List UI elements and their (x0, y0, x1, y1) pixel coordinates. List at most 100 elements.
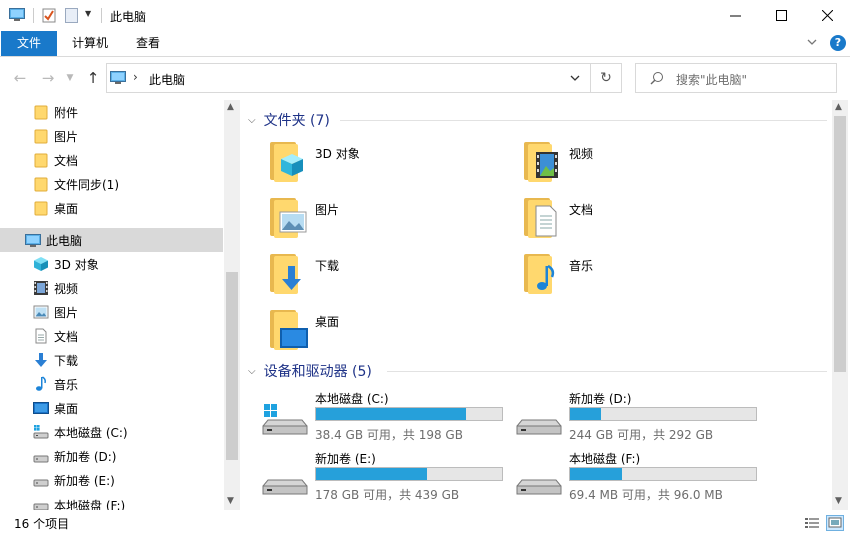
group-title: 设备和驱动器 (5) (263, 364, 372, 380)
refresh-button[interactable]: ↻ (591, 63, 622, 93)
download-folder-icon (268, 252, 308, 296)
group-header-folders[interactable]: ⌵ 文件夹 (7) (248, 110, 330, 130)
recent-locations-icon[interactable]: ▼ (62, 66, 78, 90)
ribbon-expand-icon[interactable] (806, 36, 822, 52)
folder-label: 图片 (315, 203, 340, 217)
chevron-down-icon[interactable]: ⌵ (248, 115, 256, 126)
scroll-up-icon[interactable]: ▲ (835, 102, 842, 112)
folder-tile-pictures[interactable]: 图片 (268, 196, 508, 244)
nav-item-label: 图片 (54, 129, 79, 144)
group-header-drives[interactable]: ⌵ 设备和驱动器 (5) (248, 361, 372, 381)
chevron-down-icon[interactable]: ⌵ (248, 366, 256, 377)
quick-access-dropdown-icon[interactable]: ▼ (85, 9, 95, 21)
minimize-button[interactable] (712, 0, 758, 31)
folder-tile-desktop[interactable]: 桌面 (268, 308, 508, 356)
nav-item-drive-d[interactable]: 新加卷 (D:) (0, 444, 223, 468)
nav-item-pictures[interactable]: 图片 (0, 300, 223, 324)
nav-item-label: 桌面 (54, 201, 79, 216)
window-title: 此电脑 (110, 10, 147, 24)
drive-icon (262, 462, 308, 498)
address-dropdown-icon[interactable] (569, 72, 583, 84)
folder-label: 视频 (569, 147, 594, 161)
video-folder-icon (522, 140, 562, 184)
address-bar[interactable]: › 此电脑 (106, 63, 591, 93)
group-title: 文件夹 (7) (263, 113, 330, 129)
divider (33, 8, 34, 23)
documents-icon (33, 328, 49, 344)
divider (101, 8, 102, 23)
nav-item-drive-f[interactable]: 本地磁盘 (F:) (0, 492, 223, 510)
nav-scrollbar[interactable]: ▲ ▼ (224, 100, 240, 510)
desktop-icon (33, 400, 49, 416)
nav-item-documents[interactable]: 文档 (0, 324, 223, 348)
drive-free-space: 244 GB 可用，共 292 GB (569, 428, 714, 442)
drive-tile-c[interactable]: 本地磁盘 (C:) 38.4 GB 可用，共 198 GB (262, 388, 512, 443)
back-arrow-icon[interactable]: ← (9, 66, 31, 90)
nav-item-label: 新加卷 (E:) (54, 473, 115, 488)
folder-tile-downloads[interactable]: 下载 (268, 252, 508, 300)
drive-usage-fill (316, 408, 466, 420)
folder-icon (33, 176, 49, 192)
nav-item-desktop[interactable]: 桌面 (0, 396, 223, 420)
drive-free-space: 69.4 MB 可用，共 96.0 MB (569, 488, 723, 502)
computer-icon (9, 8, 25, 22)
nav-scrollbar-thumb[interactable] (226, 272, 238, 460)
new-folder-icon[interactable] (65, 8, 78, 23)
nav-item-drive-e[interactable]: 新加卷 (E:) (0, 468, 223, 492)
drive-usage-fill (316, 468, 427, 480)
refresh-icon: ↻ (600, 70, 612, 86)
drive-usage-bar (569, 467, 757, 481)
search-input[interactable]: 搜索"此电脑" (635, 63, 837, 93)
nav-item-label: 文件同步(1) (54, 177, 119, 192)
nav-item-pictures-quick[interactable]: 图片 (0, 124, 223, 148)
nav-item-drive-c[interactable]: 本地磁盘 (C:) (0, 420, 223, 444)
3d-objects-folder-icon (268, 140, 308, 184)
details-view-icon[interactable] (804, 516, 820, 530)
breadcrumb[interactable]: 此电脑 (149, 71, 185, 88)
pictures-icon (33, 304, 49, 320)
drive-tile-d[interactable]: 新加卷 (D:) 244 GB 可用，共 292 GB (516, 388, 766, 443)
nav-item-desktop-quick[interactable]: 桌面 (0, 196, 223, 220)
nav-item-file-sync[interactable]: 文件同步(1) (0, 172, 223, 196)
properties-icon[interactable] (42, 7, 56, 23)
documents-folder-icon (522, 196, 562, 240)
nav-item-videos[interactable]: 视频 (0, 276, 223, 300)
help-icon[interactable]: ? (830, 35, 846, 51)
breadcrumb-chevron-icon[interactable]: › (133, 70, 138, 84)
nav-item-music[interactable]: 音乐 (0, 372, 223, 396)
music-icon (33, 376, 49, 392)
drive-free-space: 178 GB 可用，共 439 GB (315, 488, 460, 502)
desktop-folder-icon (268, 308, 308, 352)
search-placeholder: 搜索"此电脑" (676, 73, 748, 87)
maximize-button[interactable] (758, 0, 804, 31)
content-pane[interactable]: ⌵ 文件夹 (7) 3D 对象 视频 图片 文档 下载 音乐 桌面 ⌵ 设备和驱… (240, 100, 832, 510)
scroll-down-icon[interactable]: ▼ (227, 496, 234, 506)
content-scrollbar[interactable]: ▲ ▼ (832, 100, 848, 510)
close-button[interactable] (804, 0, 850, 31)
large-icons-view-icon[interactable] (826, 515, 844, 531)
folder-tile-documents[interactable]: 文档 (522, 196, 762, 244)
drive-icon (33, 472, 49, 488)
folder-tile-videos[interactable]: 视频 (522, 140, 762, 188)
nav-item-downloads[interactable]: 下载 (0, 348, 223, 372)
nav-item-this-pc[interactable]: 此电脑 (0, 228, 223, 252)
content-scrollbar-thumb[interactable] (834, 116, 846, 372)
folder-tile-music[interactable]: 音乐 (522, 252, 762, 300)
folder-icon (33, 128, 49, 144)
forward-arrow-icon[interactable]: → (37, 66, 59, 90)
nav-item-label: 附件 (54, 105, 79, 120)
drive-tile-e[interactable]: 新加卷 (E:) 178 GB 可用，共 439 GB (262, 448, 512, 503)
nav-item-attachments[interactable]: 附件 (0, 100, 223, 124)
drive-tile-f[interactable]: 本地磁盘 (F:) 69.4 MB 可用，共 96.0 MB (516, 448, 766, 503)
navigation-pane[interactable]: 附件 图片 文档 文件同步(1) 桌面 此电脑 3D 对象 视频 图片 文档 下… (0, 100, 240, 510)
scroll-up-icon[interactable]: ▲ (227, 102, 234, 112)
folder-label: 3D 对象 (315, 147, 360, 161)
scroll-down-icon[interactable]: ▼ (835, 496, 842, 506)
nav-item-documents-quick[interactable]: 文档 (0, 148, 223, 172)
nav-item-3d-objects[interactable]: 3D 对象 (0, 252, 223, 276)
tab-view[interactable]: 查看 (122, 31, 174, 56)
folder-tile-3d-objects[interactable]: 3D 对象 (268, 140, 508, 188)
tab-computer[interactable]: 计算机 (62, 31, 118, 56)
tab-file[interactable]: 文件 (1, 31, 57, 56)
up-arrow-icon[interactable]: ↑ (82, 66, 104, 90)
